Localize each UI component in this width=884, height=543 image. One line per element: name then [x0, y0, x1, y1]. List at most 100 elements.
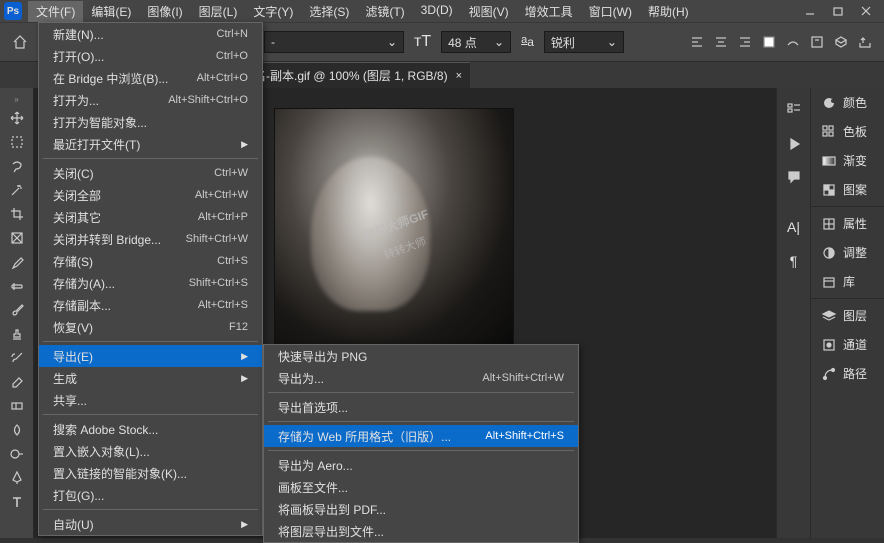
- panel-label: 图案: [843, 181, 867, 198]
- rail-play-icon[interactable]: [777, 126, 810, 160]
- menu-item-0[interactable]: 文件(F): [28, 1, 83, 22]
- panel-lib[interactable]: 库: [811, 267, 884, 296]
- menu-item-7[interactable]: 3D(D): [413, 1, 461, 22]
- menu-entry[interactable]: 打开(O)...Ctrl+O: [39, 45, 262, 67]
- menu-entry[interactable]: 搜索 Adobe Stock...: [39, 418, 262, 440]
- type-tool[interactable]: [4, 491, 30, 513]
- text-size-icon: тТ: [410, 33, 435, 51]
- home-icon[interactable]: [8, 30, 32, 54]
- menu-entry[interactable]: 新建(N)...Ctrl+N: [39, 23, 262, 45]
- menu-entry[interactable]: 导出(E)▶: [39, 345, 262, 367]
- menu-entry[interactable]: 存储为 Web 所用格式（旧版）...Alt+Shift+Ctrl+S: [264, 425, 578, 447]
- eraser-tool[interactable]: [4, 371, 30, 393]
- pen-tool[interactable]: [4, 467, 30, 489]
- dodge-tool[interactable]: [4, 443, 30, 465]
- tab-title: 名-副本.gif @ 100% (图层 1, RGB/8): [254, 67, 448, 84]
- healing-tool[interactable]: [4, 275, 30, 297]
- panel-gradient[interactable]: 渐变: [811, 146, 884, 175]
- share-icon[interactable]: [854, 31, 876, 53]
- menu-item-4[interactable]: 文字(Y): [245, 1, 301, 22]
- menu-entry[interactable]: 打开为智能对象...: [39, 111, 262, 133]
- menu-entry[interactable]: 置入嵌入对象(L)...: [39, 440, 262, 462]
- toolbar-expand-icon[interactable]: »: [4, 93, 30, 105]
- maximize-button[interactable]: [824, 0, 852, 22]
- rail-comment-icon[interactable]: [777, 160, 810, 194]
- antialias-field[interactable]: 锐利⌄: [544, 31, 624, 53]
- warp-text-button[interactable]: [782, 31, 804, 53]
- menu-entry[interactable]: 导出首选项...: [264, 396, 578, 418]
- panel-palette[interactable]: 颜色: [811, 88, 884, 117]
- wand-tool[interactable]: [4, 179, 30, 201]
- menu-entry[interactable]: 共享...: [39, 389, 262, 411]
- lasso-tool[interactable]: [4, 155, 30, 177]
- menu-entry[interactable]: 最近打开文件(T)▶: [39, 133, 262, 155]
- menu-entry[interactable]: 存储为(A)...Shift+Ctrl+S: [39, 272, 262, 294]
- move-tool[interactable]: [4, 107, 30, 129]
- menu-entry[interactable]: 快速导出为 PNG: [264, 345, 578, 367]
- text-color-swatch[interactable]: [758, 31, 780, 53]
- menu-entry[interactable]: 在 Bridge 中浏览(B)...Alt+Ctrl+O: [39, 67, 262, 89]
- rail-history-icon[interactable]: [777, 92, 810, 126]
- watermark: 转转大师: [382, 233, 429, 263]
- menu-item-5[interactable]: 选择(S): [301, 1, 357, 22]
- menu-item-6[interactable]: 滤镜(T): [357, 1, 412, 22]
- menu-entry[interactable]: 关闭并转到 Bridge...Shift+Ctrl+W: [39, 228, 262, 250]
- menu-entry[interactable]: 存储(S)Ctrl+S: [39, 250, 262, 272]
- canvas[interactable]: 转转大师GIF 转转大师: [274, 108, 514, 348]
- panel-props[interactable]: 属性: [811, 209, 884, 238]
- crop-tool[interactable]: [4, 203, 30, 225]
- menu-entry[interactable]: 将图层导出到文件...: [264, 520, 578, 542]
- menu-entry[interactable]: 存储副本...Alt+Ctrl+S: [39, 294, 262, 316]
- close-button[interactable]: [852, 0, 880, 22]
- char-panel-button[interactable]: [806, 31, 828, 53]
- menu-entry[interactable]: 导出为 Aero...: [264, 454, 578, 476]
- menu-entry[interactable]: 导出为...Alt+Shift+Ctrl+W: [264, 367, 578, 389]
- menu-item-2[interactable]: 图像(I): [139, 1, 190, 22]
- font-size-field[interactable]: 48 点⌄: [441, 31, 511, 53]
- rail-para-icon[interactable]: ¶: [777, 244, 810, 278]
- rail-char-icon[interactable]: A|: [777, 210, 810, 244]
- menu-entry[interactable]: 打开为...Alt+Shift+Ctrl+O: [39, 89, 262, 111]
- view3d-button[interactable]: [830, 31, 852, 53]
- frame-tool[interactable]: [4, 227, 30, 249]
- document-tab[interactable]: 名-副本.gif @ 100% (图层 1, RGB/8) ×: [246, 62, 470, 88]
- menu-item-11[interactable]: 帮助(H): [640, 1, 697, 22]
- panels-column: 颜色色板渐变图案属性调整库图层通道路径: [810, 88, 884, 538]
- menu-entry[interactable]: 关闭(C)Ctrl+W: [39, 162, 262, 184]
- menu-entry[interactable]: 置入链接的智能对象(K)...: [39, 462, 262, 484]
- brush-tool[interactable]: [4, 299, 30, 321]
- panel-channels[interactable]: 通道: [811, 330, 884, 359]
- panel-swatches[interactable]: 色板: [811, 117, 884, 146]
- menu-item-10[interactable]: 窗口(W): [581, 1, 640, 22]
- panel-label: 路径: [843, 365, 867, 382]
- menu-entry[interactable]: 画板至文件...: [264, 476, 578, 498]
- menu-entry[interactable]: 生成▶: [39, 367, 262, 389]
- panel-label: 颜色: [843, 94, 867, 111]
- tab-close-icon[interactable]: ×: [456, 70, 462, 82]
- align-left-button[interactable]: [686, 31, 708, 53]
- menu-entry[interactable]: 关闭全部Alt+Ctrl+W: [39, 184, 262, 206]
- menu-entry[interactable]: 自动(U)▶: [39, 513, 262, 535]
- menu-item-9[interactable]: 增效工具: [517, 1, 581, 22]
- panel-paths[interactable]: 路径: [811, 359, 884, 388]
- align-center-button[interactable]: [710, 31, 732, 53]
- menu-item-1[interactable]: 编辑(E): [83, 1, 139, 22]
- menu-entry[interactable]: 将画板导出到 PDF...: [264, 498, 578, 520]
- paths-icon: [821, 366, 837, 382]
- blur-tool[interactable]: [4, 419, 30, 441]
- marquee-tool[interactable]: [4, 131, 30, 153]
- menu-entry[interactable]: 关闭其它Alt+Ctrl+P: [39, 206, 262, 228]
- history-brush-tool[interactable]: [4, 347, 30, 369]
- panel-pattern[interactable]: 图案: [811, 175, 884, 204]
- gradient-tool[interactable]: [4, 395, 30, 417]
- eyedropper-tool[interactable]: [4, 251, 30, 273]
- panel-layers[interactable]: 图层: [811, 301, 884, 330]
- align-right-button[interactable]: [734, 31, 756, 53]
- font-weight-field[interactable]: -⌄: [264, 31, 404, 53]
- minimize-button[interactable]: [796, 0, 824, 22]
- menu-item-8[interactable]: 视图(V): [461, 1, 517, 22]
- stamp-tool[interactable]: [4, 323, 30, 345]
- panel-label: 属性: [843, 215, 867, 232]
- panel-adjust[interactable]: 调整: [811, 238, 884, 267]
- menu-item-3[interactable]: 图层(L): [191, 1, 246, 22]
